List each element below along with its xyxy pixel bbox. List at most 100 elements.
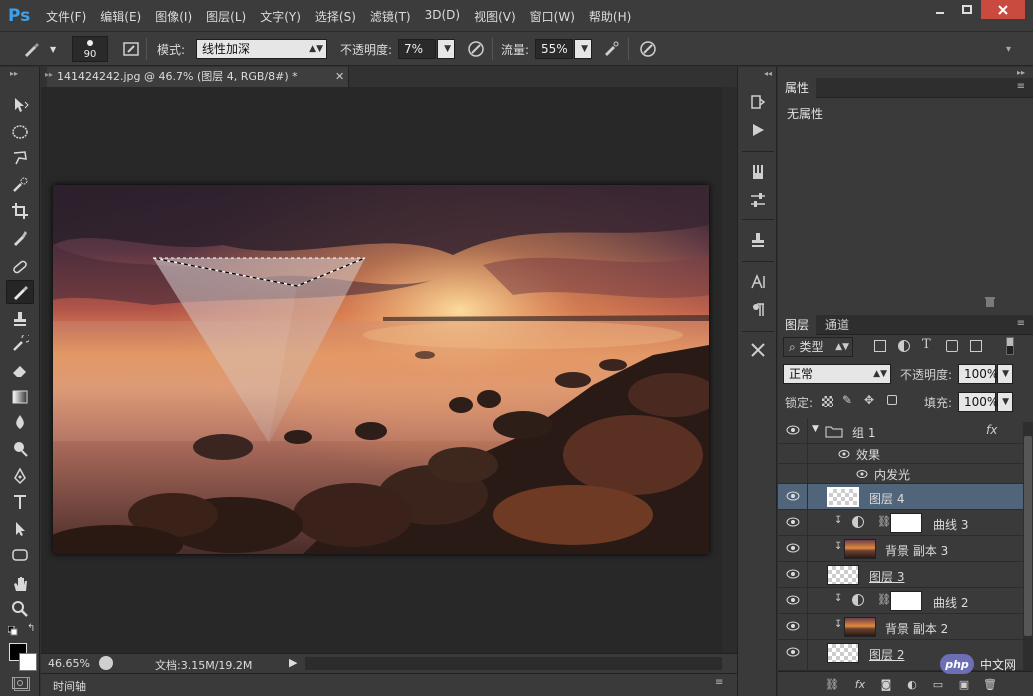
collapse-arrows-icon[interactable]: ◂◂ bbox=[764, 69, 772, 78]
delete-layer-icon[interactable]: 🗑 bbox=[982, 676, 998, 692]
layer-opacity-dropdown[interactable]: ▼ bbox=[997, 364, 1013, 384]
minimize-button[interactable] bbox=[926, 0, 953, 19]
layer-row-bg-copy-2[interactable]: ↧ 背景 副本 2 bbox=[778, 614, 1023, 640]
layer-mask-thumbnail[interactable] bbox=[890, 513, 922, 533]
menu-filter[interactable]: 滤镜(T) bbox=[370, 8, 411, 25]
layer-row-group-1[interactable]: ▼ 组 1 fx bbox=[778, 418, 1023, 444]
layer-row-bg-copy-3[interactable]: ↧ 背景 副本 3 bbox=[778, 536, 1023, 562]
tab-channels[interactable]: 通道 bbox=[818, 315, 856, 335]
filter-toggle-switch[interactable] bbox=[1006, 337, 1014, 355]
eye-icon[interactable] bbox=[786, 621, 800, 631]
pressure-size-toggle[interactable] bbox=[637, 38, 659, 60]
add-mask-icon[interactable]: ◙ bbox=[878, 676, 894, 692]
layer-row-curves-2[interactable]: ↧ ⛓ 曲线 2 bbox=[778, 588, 1023, 614]
layer-blend-mode-select[interactable]: 正常 ▲▼ bbox=[783, 364, 891, 384]
layer-row-layer-4[interactable]: 图层 4 bbox=[778, 484, 1023, 510]
shape-tool[interactable] bbox=[6, 543, 34, 567]
delete-icon[interactable] bbox=[984, 296, 996, 311]
layers-scrollbar[interactable] bbox=[1023, 422, 1033, 671]
menu-window[interactable]: 窗口(W) bbox=[530, 8, 575, 25]
eye-icon[interactable] bbox=[856, 469, 868, 479]
path-selection-tool[interactable] bbox=[6, 517, 34, 541]
close-tab-icon[interactable]: ✕ bbox=[335, 67, 344, 87]
new-adjustment-icon[interactable]: ◐ bbox=[904, 676, 920, 692]
scrollbar-thumb[interactable] bbox=[1024, 436, 1032, 636]
menu-select[interactable]: 选择(S) bbox=[315, 8, 356, 25]
clone-source-button[interactable] bbox=[747, 229, 769, 251]
screen-mode-icon[interactable] bbox=[14, 677, 30, 691]
menu-type[interactable]: 文字(Y) bbox=[260, 8, 301, 25]
tool-presets-button[interactable] bbox=[747, 339, 769, 361]
crop-tool[interactable] bbox=[6, 199, 34, 223]
menu-image[interactable]: 图像(I) bbox=[155, 8, 192, 25]
chain-link-icon[interactable]: ⛓ bbox=[877, 593, 891, 606]
panel-menu-icon[interactable]: ≡ bbox=[1017, 318, 1025, 329]
pen-tool[interactable] bbox=[6, 464, 34, 488]
close-button[interactable] bbox=[981, 0, 1025, 19]
menu-file[interactable]: 文件(F) bbox=[46, 8, 86, 25]
layer-row-curves-3[interactable]: ↧ ⛓ 曲线 3 bbox=[778, 510, 1023, 536]
adjustments-button[interactable] bbox=[747, 189, 769, 211]
status-menu-arrow-icon[interactable]: ▶ bbox=[289, 656, 297, 669]
chain-link-icon[interactable]: ⛓ bbox=[877, 515, 891, 528]
flow-input[interactable]: 55% bbox=[535, 39, 573, 59]
filter-shape-icon[interactable] bbox=[946, 340, 958, 352]
layer-opacity-input[interactable]: 100% bbox=[958, 364, 998, 384]
move-tool[interactable] bbox=[6, 93, 34, 117]
brush-panel-toggle[interactable] bbox=[120, 38, 142, 60]
layer-mask-thumbnail[interactable] bbox=[890, 591, 922, 611]
tab-properties[interactable]: 属性 bbox=[778, 78, 817, 98]
opacity-dropdown[interactable]: ▼ bbox=[437, 39, 455, 59]
menu-help[interactable]: 帮助(H) bbox=[589, 8, 631, 25]
expand-triangle-icon[interactable]: ▼ bbox=[812, 424, 819, 434]
gradient-tool[interactable] bbox=[6, 385, 34, 409]
eyedropper-tool[interactable] bbox=[6, 226, 34, 250]
clone-stamp-tool[interactable] bbox=[6, 307, 34, 331]
lock-position-icon[interactable]: ✥ bbox=[864, 393, 874, 407]
document-tab[interactable]: 141424242.jpg @ 46.7% (图层 4, RGB/8#) * ✕ bbox=[47, 67, 349, 87]
default-colors-icon[interactable] bbox=[7, 625, 18, 639]
marquee-tool[interactable] bbox=[6, 120, 34, 144]
eye-icon[interactable] bbox=[786, 647, 800, 657]
image-canvas[interactable] bbox=[53, 185, 709, 554]
eye-icon[interactable] bbox=[786, 595, 800, 605]
tab-layers[interactable]: 图层 bbox=[778, 315, 817, 335]
zoom-tool[interactable] bbox=[6, 597, 34, 621]
maximize-button[interactable] bbox=[953, 0, 980, 19]
eye-icon[interactable] bbox=[838, 449, 850, 459]
filter-adjustment-icon[interactable] bbox=[898, 340, 910, 352]
layer-effect-inner-glow[interactable]: 内发光 bbox=[778, 464, 1023, 484]
lock-transparent-icon[interactable] bbox=[822, 396, 833, 407]
paragraph-panel-button[interactable] bbox=[747, 299, 769, 321]
eye-icon[interactable] bbox=[786, 517, 800, 527]
link-layers-icon[interactable]: ⛓ bbox=[824, 676, 840, 692]
healing-brush-tool[interactable] bbox=[6, 255, 34, 279]
new-layer-icon[interactable]: ▣ bbox=[956, 676, 972, 692]
panel-menu-icon[interactable]: ≡ bbox=[1017, 81, 1025, 92]
fx-icon[interactable]: fx bbox=[986, 423, 997, 437]
eraser-tool[interactable] bbox=[6, 358, 34, 382]
lock-all-icon[interactable] bbox=[887, 395, 897, 405]
eye-icon[interactable] bbox=[786, 425, 800, 435]
workspace-chevron-icon[interactable]: ▾ bbox=[1006, 32, 1011, 66]
zoom-level[interactable]: 46.65% bbox=[48, 657, 90, 670]
hand-tool[interactable] bbox=[6, 572, 34, 596]
layer-effects-row[interactable]: 效果 bbox=[778, 444, 1023, 464]
menu-layer[interactable]: 图层(L) bbox=[206, 8, 246, 25]
fill-dropdown[interactable]: ▼ bbox=[997, 392, 1013, 412]
layer-filter-select[interactable]: ⌕ 类型 ▲▼ bbox=[783, 337, 853, 357]
panel-menu-icon[interactable]: ≡ bbox=[715, 677, 723, 688]
collapse-arrows-icon[interactable]: ▸▸ bbox=[10, 69, 18, 78]
menu-3d[interactable]: 3D(D) bbox=[425, 8, 460, 25]
layer-row-layer-3[interactable]: 图层 3 bbox=[778, 562, 1023, 588]
airbrush-toggle[interactable] bbox=[600, 38, 622, 60]
eye-icon[interactable] bbox=[786, 569, 800, 579]
blur-tool[interactable] bbox=[6, 410, 34, 434]
vertical-scrollbar[interactable] bbox=[722, 87, 737, 652]
character-panel-button[interactable] bbox=[747, 271, 769, 293]
filter-type-icon[interactable]: T bbox=[922, 337, 931, 352]
fill-input[interactable]: 100% bbox=[958, 392, 998, 412]
flow-dropdown[interactable]: ▼ bbox=[574, 39, 592, 59]
horizontal-scrollbar[interactable] bbox=[305, 657, 722, 670]
brush-preset-picker[interactable] bbox=[20, 38, 42, 60]
